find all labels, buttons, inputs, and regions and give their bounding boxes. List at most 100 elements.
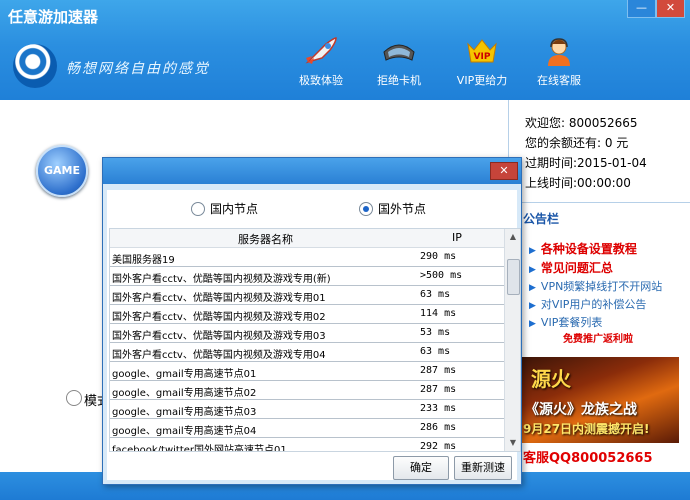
server-ping: 287 ms <box>420 384 457 395</box>
notice-link[interactable]: ▶ 对VIP用户的补偿公告 <box>529 296 646 312</box>
server-row[interactable]: facebook/twitter国外网站高速节点01 292 ms <box>110 438 504 452</box>
notice-link-hot[interactable]: ▶ 各种设备设置教程 <box>529 240 637 257</box>
notice-link-text: VPN频繁掉线打不开网站 <box>540 280 663 293</box>
option-domestic[interactable]: 国内节点 <box>191 200 258 217</box>
banner-date: 9月27日内测震撼开启! <box>523 422 650 436</box>
server-row[interactable]: google、gmail专用高速节点04 286 ms <box>110 419 504 438</box>
server-ping: 63 ms <box>420 346 451 357</box>
server-ping: 53 ms <box>420 327 451 338</box>
game-badge[interactable]: GAME <box>36 145 88 197</box>
vip-icon: VIP <box>467 39 497 63</box>
bullet-icon: ▶ <box>529 301 536 311</box>
server-ping: 286 ms <box>420 422 457 433</box>
notice-link[interactable]: ▶ VIP套餐列表 <box>529 314 602 330</box>
list-scrollbar[interactable]: ▲ ▼ <box>504 229 520 451</box>
server-ping: 290 ms <box>420 251 457 262</box>
nav-label: 极致体验 <box>299 74 343 87</box>
server-ping: 114 ms <box>420 308 457 319</box>
confirm-button[interactable]: 确定 <box>393 456 449 480</box>
nav-label: 在线客服 <box>537 74 581 87</box>
server-row[interactable]: google、gmail专用高速节点03 233 ms <box>110 400 504 419</box>
column-header-ip[interactable]: IP <box>452 231 462 244</box>
user-info-panel: 欢迎您: 800052665 您的余额还有: 0 元 过期时间:2015-01-… <box>508 100 690 202</box>
close-button[interactable]: ✕ <box>656 0 685 18</box>
notice-link-text: VIP套餐列表 <box>540 316 603 329</box>
mode-radio[interactable] <box>66 390 82 406</box>
server-name: google、gmail专用高速节点04 <box>112 426 257 437</box>
server-row[interactable]: google、gmail专用高速节点02 287 ms <box>110 381 504 400</box>
support-qq[interactable]: 客服QQ800052665 <box>523 447 653 466</box>
column-header-name[interactable]: 服务器名称 <box>238 231 293 247</box>
server-name: google、gmail专用高速节点01 <box>112 369 257 380</box>
radio-selected-icon[interactable] <box>359 201 373 216</box>
dialog-close-button[interactable]: ✕ <box>490 162 518 180</box>
server-name: 国外客户看cctv、优酷等国内视频及游戏专用04 <box>112 350 326 361</box>
server-ping: 233 ms <box>420 403 457 414</box>
banner-subtitle: 《源火》龙族之战 <box>525 402 637 418</box>
banner-title: 源火 <box>531 367 571 391</box>
server-name: 美国服务器19 <box>112 255 175 266</box>
server-row[interactable]: 国外客户看cctv、优酷等国内视频及游戏专用04 63 ms <box>110 343 504 362</box>
server-name: facebook/twitter国外网站高速节点01 <box>112 445 287 452</box>
server-row[interactable]: 美国服务器19 290 ms <box>110 248 504 267</box>
notice-link[interactable]: ▶ VPN频繁掉线打不开网站 <box>529 278 662 294</box>
server-ping: 292 ms <box>420 441 457 452</box>
goggles-icon <box>383 44 415 61</box>
server-name: 国外客户看cctv、优酷等国内视频及游戏专用02 <box>112 312 326 323</box>
game-ad-banner[interactable]: 源火 《源火》龙族之战 9月27日内测震撼开启! <box>519 357 679 443</box>
notice-link-text: 各种设备设置教程 <box>540 242 637 256</box>
rocket-icon <box>305 37 337 64</box>
server-name: google、gmail专用高速节点03 <box>112 407 257 418</box>
notice-link-hot[interactable]: ▶ 常见问题汇总 <box>529 259 613 276</box>
nav-no-lag[interactable]: 拒绝卡机 <box>364 36 434 87</box>
server-name: 国外客户看cctv、优酷等国内视频及游戏专用03 <box>112 331 326 342</box>
dialog-body: 国内节点 国外节点 服务器名称 IP 美国服务器19 290 ms 国外客户看cc… <box>107 190 521 480</box>
server-name: google、gmail专用高速节点02 <box>112 388 257 399</box>
server-ping: 287 ms <box>420 365 457 376</box>
header-bar: 任意游加速器 — ✕ 畅想网络自由的感觉 极致体验 拒绝卡机 VIP VIP更给… <box>0 0 690 100</box>
scroll-thumb[interactable] <box>507 259 520 295</box>
notice-panel: 公告栏 ▶ 各种设备设置教程 ▶ 常见问题汇总 ▶ VPN频繁掉线打不开网站 ▶ 对VI… <box>508 202 690 473</box>
nav-label: 拒绝卡机 <box>377 74 421 87</box>
notice-link-text: 对VIP用户的补偿公告 <box>540 298 647 311</box>
notice-link-text: 常见问题汇总 <box>540 261 613 275</box>
server-row[interactable]: google、gmail专用高速节点01 287 ms <box>110 362 504 381</box>
server-row[interactable]: 国外客户看cctv、优酷等国内视频及游戏专用01 63 ms <box>110 286 504 305</box>
retest-button[interactable]: 重新测速 <box>454 456 512 480</box>
radio-icon[interactable] <box>191 201 205 216</box>
online-time-text: 上线时间:00:00:00 <box>525 176 631 190</box>
nav-label: VIP更给力 <box>456 74 508 87</box>
expire-text: 过期时间:2015-01-04 <box>525 156 647 170</box>
server-name: 国外客户看cctv、优酷等国内视频及游戏专用01 <box>112 293 326 304</box>
bullet-icon: ▶ <box>529 265 536 275</box>
nav-vip[interactable]: VIP VIP更给力 <box>447 36 517 87</box>
welcome-text: 欢迎您: 800052665 <box>525 116 638 130</box>
scroll-up-icon[interactable]: ▲ <box>505 229 520 245</box>
notice-title: 公告栏 <box>523 212 560 226</box>
server-ping: 63 ms <box>420 289 451 300</box>
app-logo <box>13 44 57 88</box>
nav-extreme-experience[interactable]: 极致体验 <box>286 36 356 87</box>
server-name: 国外客户看cctv、优酷等国内视频及游戏专用(新) <box>112 274 331 285</box>
bullet-icon: ▶ <box>529 246 536 256</box>
option-label: 国内节点 <box>210 202 259 216</box>
server-row[interactable]: 国外客户看cctv、优酷等国内视频及游戏专用(新) >500 ms <box>110 267 504 286</box>
svg-text:VIP: VIP <box>474 52 491 62</box>
bullet-icon: ▶ <box>529 319 536 329</box>
app-title: 任意游加速器 <box>8 8 99 26</box>
support-agent-icon <box>548 38 570 66</box>
server-row[interactable]: 国外客户看cctv、优酷等国内视频及游戏专用02 114 ms <box>110 305 504 324</box>
balance-text: 您的余额还有: 0 元 <box>525 136 629 150</box>
bullet-icon: ▶ <box>529 283 536 293</box>
minimize-button[interactable]: — <box>627 0 656 18</box>
dialog-titlebar[interactable]: ✕ <box>103 158 521 184</box>
server-ping: >500 ms <box>420 270 463 281</box>
server-list: 服务器名称 IP 美国服务器19 290 ms 国外客户看cctv、优酷等国内视频… <box>109 228 521 452</box>
node-select-dialog: ✕ 国内节点 国外节点 服务器名称 IP 美国服务器19 290 ms 国外客户看… <box>102 157 522 485</box>
server-row[interactable]: 国外客户看cctv、优酷等国内视频及游戏专用03 53 ms <box>110 324 504 343</box>
promo-link[interactable]: 免费推广返利啦 <box>523 330 673 346</box>
scroll-down-icon[interactable]: ▼ <box>505 435 520 451</box>
nav-online-support[interactable]: 在线客服 <box>524 36 594 87</box>
list-header: 服务器名称 IP <box>110 229 504 248</box>
option-overseas[interactable]: 国外节点 <box>359 200 426 217</box>
